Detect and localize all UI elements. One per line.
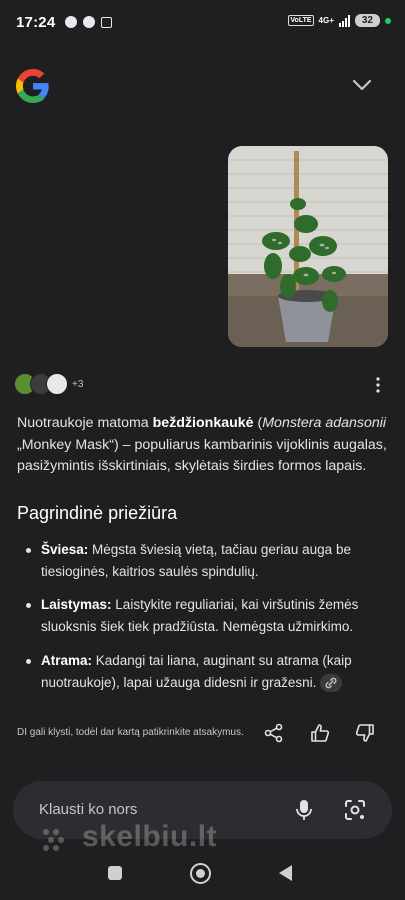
more-sources-count: +3 — [72, 378, 84, 390]
battery-indicator: 32 — [354, 14, 380, 27]
shield-icon — [83, 16, 96, 28]
google-lens-icon[interactable] — [343, 798, 367, 822]
thumbs-down-icon[interactable] — [354, 722, 376, 744]
status-indicators: VoLTE 4G+ 32 — [288, 14, 391, 27]
watermark-text: skelbiu.lt — [82, 820, 218, 853]
source-avatar — [46, 373, 68, 395]
ask-input-placeholder[interactable]: Klausti ko nors — [39, 801, 137, 818]
monstera-plant-photo — [228, 146, 388, 347]
answer-paragraph: Nuotraukoje matoma beždžionkaukė (Monste… — [17, 415, 387, 474]
signal-icon — [338, 14, 350, 27]
thumbs-up-icon[interactable] — [309, 722, 331, 744]
network-type: 4G+ — [318, 16, 334, 25]
list-item: Atrama: Kadangi tai liana, auginant su a… — [17, 650, 392, 694]
link-icon — [325, 678, 337, 689]
status-time: 17:24 — [16, 13, 56, 31]
system-nav-bar — [0, 856, 405, 896]
list-item: Šviesa: Mėgsta šviesią vietą, tačiau ger… — [17, 539, 392, 583]
volte-icon: VoLTE — [288, 15, 314, 26]
source-avatars[interactable]: +3 — [14, 373, 83, 395]
facebook-icon — [65, 16, 78, 28]
source-link-chip[interactable] — [320, 674, 343, 693]
microphone-icon[interactable] — [293, 798, 315, 822]
app-notification-icon — [101, 16, 113, 28]
back-button[interactable] — [279, 865, 292, 881]
privacy-dot-icon — [385, 17, 391, 24]
share-icon[interactable] — [263, 722, 285, 744]
more-options-icon[interactable] — [370, 376, 386, 394]
recent-apps-button[interactable] — [108, 866, 122, 880]
chevron-down-icon[interactable] — [352, 78, 372, 92]
google-logo-icon — [16, 69, 49, 103]
list-item: Laistymas: Laistykite reguliariai, kai v… — [17, 594, 392, 638]
home-button[interactable] — [190, 863, 211, 884]
attached-plant-photo[interactable] — [228, 146, 388, 347]
notification-icons — [65, 16, 113, 28]
section-title: Pagrindinė priežiūra — [17, 503, 178, 523]
status-bar: 17:24 VoLTE 4G+ 32 — [0, 0, 405, 44]
watermark-logo-icon — [43, 829, 64, 851]
ai-disclaimer: DI gali klysti, todėl dar kartą patikrin… — [17, 727, 244, 738]
